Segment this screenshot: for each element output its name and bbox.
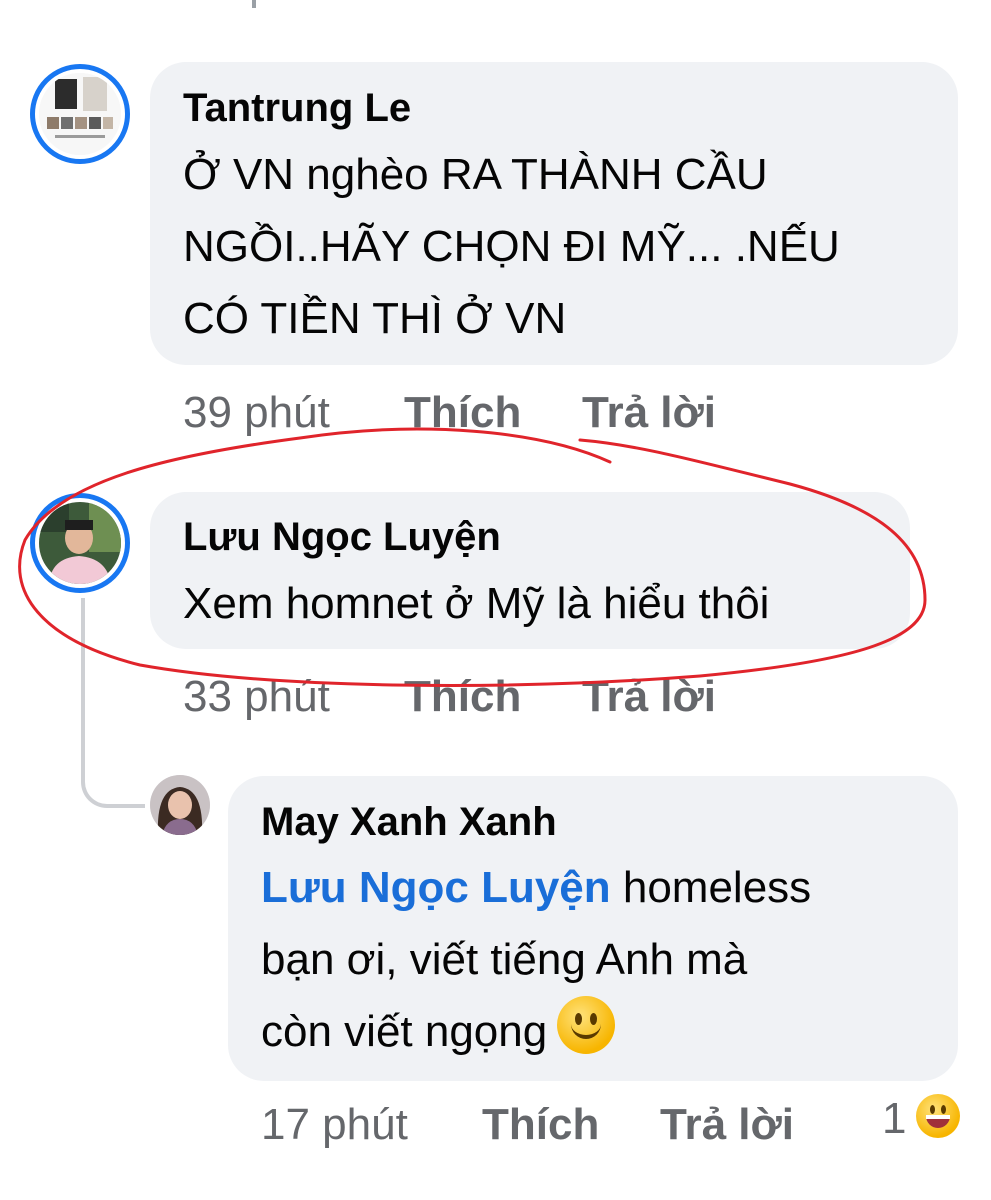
comment-time: 33 phút — [183, 672, 330, 721]
reply-button[interactable]: Trả lời — [582, 672, 716, 722]
comment-time: 39 phút — [183, 388, 330, 437]
comment-text-line: Ở VN nghèo RA THÀNH CẦU — [183, 150, 768, 199]
reply-button[interactable]: Trả lời — [660, 1100, 794, 1150]
comment-text-line: Xem homnet ở Mỹ là hiểu thôi — [183, 579, 770, 628]
avatar[interactable] — [39, 73, 121, 155]
reply-button[interactable]: Trả lời — [582, 388, 716, 438]
like-button[interactable]: Thích — [404, 672, 521, 722]
mention-link[interactable]: Lưu Ngọc Luyện — [261, 863, 611, 912]
comment-author[interactable]: Lưu Ngọc Luyện — [183, 515, 501, 560]
thread-connector — [81, 598, 145, 808]
reply-author[interactable]: May Xanh Xanh — [261, 800, 557, 845]
comment-text-line: NGỒI..HÃY CHỌN ĐI MỸ... .NẾU — [183, 222, 840, 271]
reply-text-fragment: còn viết ngọng — [261, 1007, 548, 1056]
cropped-divider — [252, 0, 256, 8]
grinning-face-icon — [916, 1094, 960, 1138]
smiling-face-icon — [557, 996, 616, 1054]
avatar[interactable] — [150, 775, 210, 835]
comment-author[interactable]: Tantrung Le — [183, 86, 411, 131]
reply-text-fragment: homeless — [610, 863, 812, 912]
like-button[interactable]: Thích — [404, 388, 521, 438]
like-button[interactable]: Thích — [482, 1100, 599, 1150]
reply-text-line: Lưu Ngọc Luyện homeless — [261, 852, 811, 924]
reply-text-line: còn viết ngọng — [261, 996, 616, 1068]
reaction-count: 1 — [882, 1094, 907, 1143]
reply-text-line: bạn ơi, viết tiếng Anh mà — [261, 935, 748, 984]
avatar[interactable] — [39, 502, 121, 584]
reply-time: 17 phút — [261, 1100, 408, 1149]
comment-text-line: CÓ TIỀN THÌ Ở VN — [183, 294, 567, 343]
